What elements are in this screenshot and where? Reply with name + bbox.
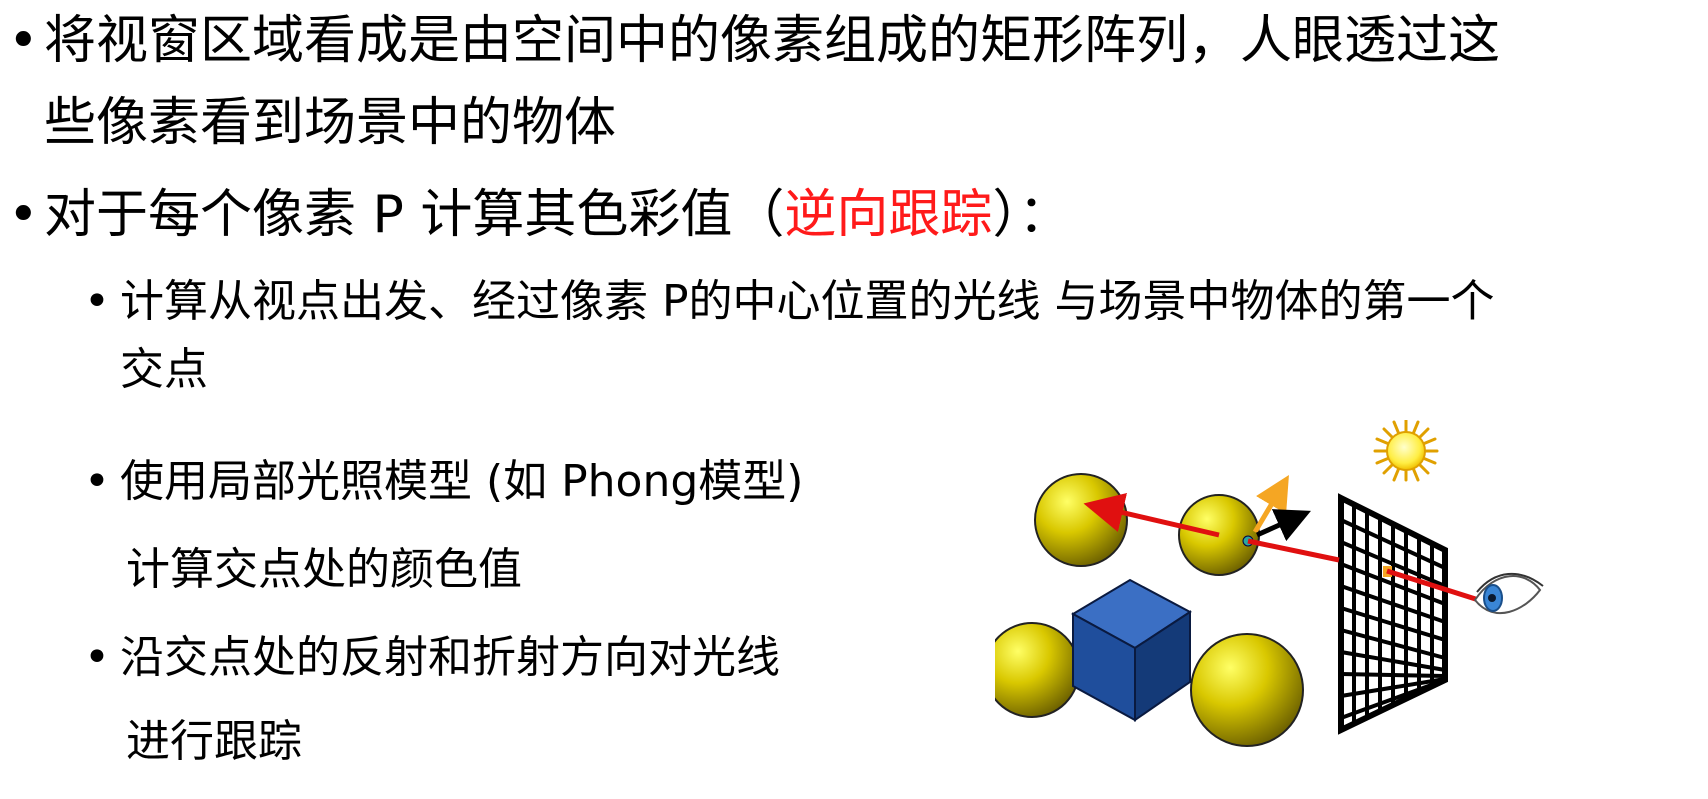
sub-bullet-3-line-2: 进行跟踪	[126, 716, 302, 767]
sphere-bottom-right	[1190, 633, 1304, 747]
bullet-marker: •	[8, 11, 39, 71]
primary-ray-pixel-to-sphere	[1247, 538, 1340, 563]
sub-bullet-2-line-1: 使用局部光照模型 (如 Phong模型)	[120, 456, 804, 507]
bullet-marker: •	[8, 185, 39, 245]
sun-icon	[1373, 420, 1439, 482]
pixel-grid	[1338, 493, 1448, 735]
bullet-2-text-before: 对于每个像素 P 计算其色彩值（	[44, 185, 785, 245]
sub-bullet-marker: •	[84, 276, 110, 327]
sub-bullet-marker: •	[84, 632, 110, 683]
sub-bullet-marker: •	[84, 456, 110, 507]
bullet-1-line-1: 将视窗区域看成是由空间中的像素组成的矩形阵列，人眼透过这	[44, 11, 1501, 71]
blue-cube	[1070, 578, 1192, 722]
eye-icon	[1473, 573, 1544, 615]
sub-bullet-2-line-2: 计算交点处的颜色值	[126, 544, 522, 595]
sphere-top-left	[1034, 473, 1128, 567]
sub-bullet-1-line-2: 交点	[120, 344, 208, 395]
sub-bullet-1-line-1: 计算从视点出发、经过像素 P的中心位置的光线 与场景中物体的第一个	[120, 276, 1495, 327]
bullet-2-text: 对于每个像素 P 计算其色彩值（逆向跟踪）：	[44, 180, 1070, 250]
sub-bullet-3-line-1: 沿交点处的反射和折射方向对光线	[120, 632, 780, 683]
ray-tracing-illustration	[995, 420, 1544, 747]
sphere-bottom-left	[995, 622, 1080, 718]
bullet-1-line-2: 些像素看到场景中的物体	[44, 93, 617, 153]
bullet-2-text-after: ）：	[992, 185, 1071, 245]
bullet-2-highlight: 逆向跟踪	[784, 185, 993, 245]
